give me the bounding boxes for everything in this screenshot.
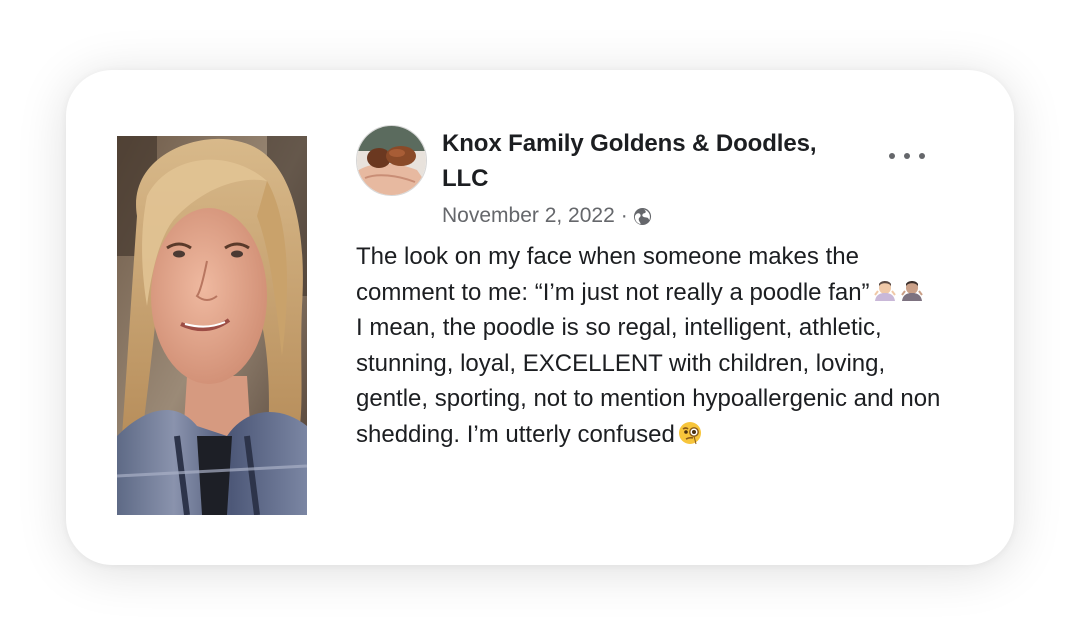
woman-shrugging-emoji (873, 279, 897, 303)
woman-shrugging-emoji (900, 279, 924, 303)
woman-portrait-photo (117, 136, 307, 515)
more-options-icon[interactable] (889, 144, 925, 168)
page-name-link[interactable]: Knox Family Goldens & Doodles, LLC (442, 126, 862, 196)
page-avatar[interactable] (356, 125, 427, 196)
post-date[interactable]: November 2, 2022 (442, 204, 615, 228)
meta-separator: · (620, 204, 628, 227)
post-body: The look on my face when someone makes t… (356, 239, 946, 452)
post-text-line-2: I mean, the poodle is so regal, intellig… (356, 314, 941, 448)
face-with-monocle-emoji (678, 421, 702, 445)
post-meta: November 2, 2022 · (442, 202, 652, 230)
globe-icon[interactable] (633, 207, 652, 226)
post-text-line-1: The look on my face when someone makes t… (356, 243, 870, 306)
